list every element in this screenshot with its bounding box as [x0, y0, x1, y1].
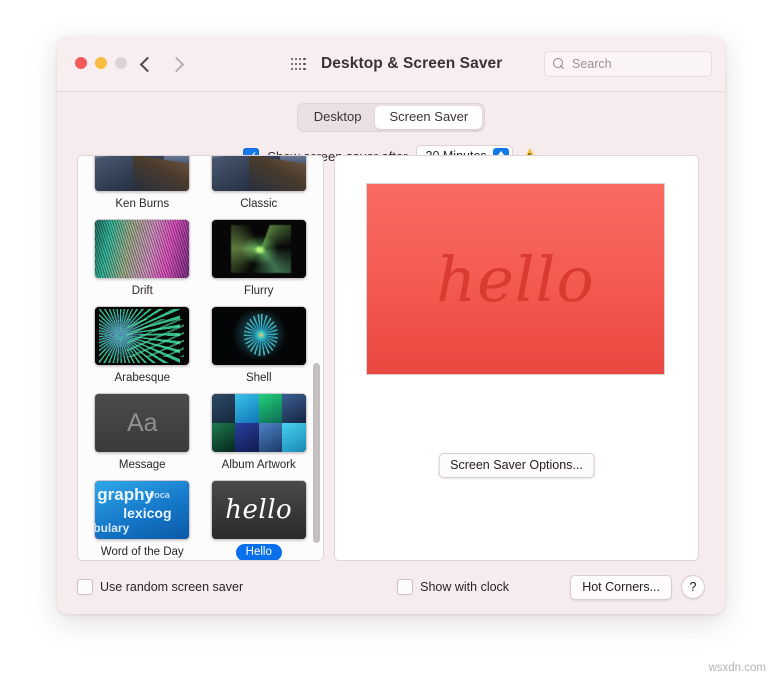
screensaver-preview[interactable]: hello [366, 183, 665, 375]
screensaver-item-message[interactable]: Aa Message [88, 389, 197, 472]
use-random-screen-saver-row[interactable]: Use random screen saver [77, 579, 243, 595]
forward-button[interactable] [167, 52, 189, 76]
traffic-lights [75, 57, 127, 69]
back-button[interactable] [135, 52, 157, 76]
zoom-button-icon[interactable] [115, 57, 127, 69]
screensaver-label: Drift [132, 284, 153, 298]
tab-bar: Desktop Screen Saver [57, 92, 725, 133]
thumbnail: graphy voca lexicog bulary [94, 480, 190, 540]
thumbnail [94, 306, 190, 366]
screensaver-item-word-of-the-day[interactable]: graphy voca lexicog bulary Word of the D… [88, 476, 197, 561]
watermark: wsxdn.com [708, 662, 766, 674]
screensaver-item-hello[interactable]: hello Hello [205, 476, 314, 561]
content-area: Ken Burns Classic Drift Flurry [77, 155, 705, 559]
tab-screen-saver[interactable]: Screen Saver [375, 106, 482, 129]
show-with-clock-checkbox[interactable] [397, 579, 413, 595]
screen-saver-options-button[interactable]: Screen Saver Options... [438, 453, 595, 478]
preview-text: hello [436, 243, 595, 316]
screensaver-label: Classic [240, 197, 277, 211]
hot-corners-button[interactable]: Hot Corners... [570, 575, 672, 600]
screensaver-item-flurry[interactable]: Flurry [205, 215, 314, 298]
show-all-grid-icon[interactable] [291, 58, 306, 71]
thumbnail [211, 306, 307, 366]
use-random-screen-saver-checkbox[interactable] [77, 579, 93, 595]
footer-bar: Use random screen saver Show with clock … [77, 572, 705, 602]
show-with-clock-row[interactable]: Show with clock [397, 579, 509, 595]
show-with-clock-label: Show with clock [420, 580, 509, 594]
thumbnail [94, 155, 190, 192]
use-random-screen-saver-label: Use random screen saver [100, 580, 243, 594]
search-field[interactable]: Search [544, 51, 712, 77]
message-sample-text: Aa [127, 409, 158, 438]
screensaver-grid: Ken Burns Classic Drift Flurry [78, 155, 323, 561]
close-button-icon[interactable] [75, 57, 87, 69]
thumbnail [94, 219, 190, 279]
window-title: Desktop & Screen Saver [321, 36, 502, 91]
screensaver-label: Album Artwork [222, 458, 296, 472]
thumbnail [211, 219, 307, 279]
screensaver-label: Word of the Day [101, 545, 184, 559]
help-button[interactable]: ? [681, 575, 705, 599]
list-scrollbar[interactable] [312, 160, 320, 556]
screensaver-list-panel[interactable]: Ken Burns Classic Drift Flurry [77, 155, 324, 561]
screensaver-item-drift[interactable]: Drift [88, 215, 197, 298]
screensaver-item-classic[interactable]: Classic [205, 155, 314, 211]
hello-sample-text: hello [225, 495, 292, 525]
screensaver-item-album-artwork[interactable]: Album Artwork [205, 389, 314, 472]
minimize-button-icon[interactable] [95, 57, 107, 69]
screensaver-label: Message [119, 458, 166, 472]
search-icon [553, 58, 566, 71]
scrollbar-thumb[interactable] [313, 363, 320, 543]
thumbnail: Aa [94, 393, 190, 453]
system-preferences-window: Desktop & Screen Saver Search Desktop Sc… [57, 36, 725, 614]
preview-panel: hello Screen Saver Options... [334, 155, 699, 561]
screensaver-label: Arabesque [114, 371, 170, 385]
screensaver-label: Flurry [244, 284, 273, 298]
screensaver-item-arabesque[interactable]: Arabesque [88, 302, 197, 385]
window-titlebar: Desktop & Screen Saver Search [57, 36, 725, 92]
screensaver-item-shell[interactable]: Shell [205, 302, 314, 385]
screensaver-label: Shell [246, 371, 272, 385]
screensaver-item-ken-burns[interactable]: Ken Burns [88, 155, 197, 211]
thumbnail [211, 155, 307, 192]
screensaver-label-selected: Hello [236, 544, 282, 561]
thumbnail: hello [211, 480, 307, 540]
chevron-left-icon [140, 56, 156, 72]
search-placeholder: Search [572, 57, 612, 71]
tab-desktop[interactable]: Desktop [300, 106, 376, 129]
thumbnail [211, 393, 307, 453]
chevron-right-icon [169, 56, 185, 72]
screensaver-label: Ken Burns [115, 197, 169, 211]
tab-group: Desktop Screen Saver [297, 103, 485, 132]
screenshot-root: Desktop & Screen Saver Search Desktop Sc… [0, 0, 780, 688]
